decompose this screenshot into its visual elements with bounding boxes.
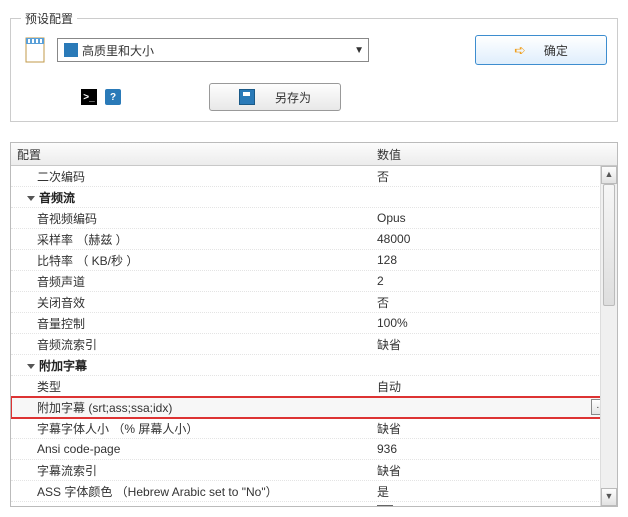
scroll-up-icon[interactable]: ▲ bbox=[601, 166, 617, 184]
property-name: Ansi code-page bbox=[11, 442, 371, 456]
property-value[interactable]: 是 bbox=[371, 483, 617, 500]
property-row[interactable]: 音量控制100% bbox=[11, 313, 617, 334]
header-config[interactable]: 配置 bbox=[11, 146, 371, 163]
property-name: 附加字幕 (srt;ass;ssa;idx) bbox=[11, 399, 371, 416]
preset-fieldset: 预设配置 高质里和大小 ▼ ➪ 确定 >_ ? 另存为 bbox=[10, 10, 618, 122]
property-name: 音频流 bbox=[11, 189, 371, 206]
property-value[interactable]: 100% bbox=[371, 316, 617, 330]
scroll-thumb[interactable] bbox=[603, 184, 615, 306]
ok-button[interactable]: ➪ 确定 bbox=[475, 35, 607, 65]
file-video-icon bbox=[21, 35, 49, 65]
preset-legend: 预设配置 bbox=[21, 10, 77, 27]
chevron-down-icon: ▼ bbox=[354, 45, 364, 56]
property-row[interactable]: 比特率 （ KB/秒 ）128 bbox=[11, 250, 617, 271]
property-name: 音量控制 bbox=[11, 315, 371, 332]
property-value[interactable]: 缺省 bbox=[371, 336, 617, 353]
property-value[interactable]: 自动 bbox=[371, 378, 617, 395]
help-icon[interactable]: ? bbox=[105, 89, 121, 105]
property-name: 字体颜色 bbox=[11, 504, 371, 507]
color-swatch bbox=[377, 505, 393, 506]
group-row[interactable]: 附加字幕 bbox=[11, 355, 617, 376]
property-name: 关闭音效 bbox=[11, 294, 371, 311]
property-name: 音视频编码 bbox=[11, 210, 371, 227]
header-value[interactable]: 数值 bbox=[371, 146, 617, 163]
property-row[interactable]: 采样率 （赫兹 ）48000 bbox=[11, 229, 617, 250]
save-as-label: 另存为 bbox=[275, 89, 311, 106]
property-value[interactable]: 缺省 bbox=[371, 462, 617, 479]
preset-option-icon bbox=[64, 43, 78, 57]
property-value[interactable]: 0000FF bbox=[371, 505, 617, 506]
property-value[interactable]: 48000 bbox=[371, 232, 617, 246]
preset-select-value: 高质里和大小 bbox=[82, 42, 354, 59]
chevron-down-icon[interactable] bbox=[27, 364, 35, 369]
property-row[interactable]: 字体颜色0000FF bbox=[11, 502, 617, 506]
property-row[interactable]: 字幕字体人小 （% 屏幕人小）缺省 bbox=[11, 418, 617, 439]
property-name: 字幕流索引 bbox=[11, 462, 371, 479]
save-icon bbox=[239, 89, 255, 105]
property-row[interactable]: 附加字幕 (srt;ass;ssa;idx)… bbox=[11, 397, 617, 418]
property-row[interactable]: 关闭音效否 bbox=[11, 292, 617, 313]
ok-button-label: 确定 bbox=[544, 42, 568, 59]
property-name: 音频声道 bbox=[11, 273, 371, 290]
console-icon[interactable]: >_ bbox=[81, 89, 97, 105]
property-row[interactable]: Ansi code-page936 bbox=[11, 439, 617, 460]
property-value[interactable]: 否 bbox=[371, 294, 617, 311]
property-name: ASS 字体颜色 （Hebrew Arabic set to "No"） bbox=[11, 483, 371, 500]
preset-select[interactable]: 高质里和大小 ▼ bbox=[57, 38, 369, 62]
property-name: 类型 bbox=[11, 378, 371, 395]
property-name: 二次编码 bbox=[11, 168, 371, 185]
config-grid: 配置 数值 二次编码否音频流音视频编码Opus采样率 （赫兹 ）48000比特率… bbox=[10, 142, 618, 507]
property-value[interactable]: 否 bbox=[371, 168, 617, 185]
property-name: 附加字幕 bbox=[11, 357, 371, 374]
property-row[interactable]: 音频声道2 bbox=[11, 271, 617, 292]
property-row[interactable]: 字幕流索引缺省 bbox=[11, 460, 617, 481]
property-value[interactable]: 2 bbox=[371, 274, 617, 288]
property-name: 采样率 （赫兹 ） bbox=[11, 231, 371, 248]
save-as-button[interactable]: 另存为 bbox=[209, 83, 341, 111]
property-row[interactable]: 音视频编码Opus bbox=[11, 208, 617, 229]
property-value[interactable]: 936 bbox=[371, 442, 617, 456]
scroll-down-icon[interactable]: ▼ bbox=[601, 488, 617, 506]
scrollbar[interactable]: ▲ ▼ bbox=[600, 166, 617, 506]
property-name: 字幕字体人小 （% 屏幕人小） bbox=[11, 420, 371, 437]
grid-header: 配置 数值 bbox=[11, 143, 617, 166]
chevron-down-icon[interactable] bbox=[27, 196, 35, 201]
property-value[interactable]: 128 bbox=[371, 253, 617, 267]
grid-body: 二次编码否音频流音视频编码Opus采样率 （赫兹 ）48000比特率 （ KB/… bbox=[11, 166, 617, 506]
group-row[interactable]: 音频流 bbox=[11, 187, 617, 208]
property-row[interactable]: ASS 字体颜色 （Hebrew Arabic set to "No"）是 bbox=[11, 481, 617, 502]
property-value[interactable]: Opus bbox=[371, 211, 617, 225]
property-row[interactable]: 类型自动 bbox=[11, 376, 617, 397]
property-value[interactable]: 缺省 bbox=[371, 420, 617, 437]
property-value[interactable]: … bbox=[371, 399, 617, 415]
arrow-right-icon: ➪ bbox=[514, 42, 526, 59]
property-name: 比特率 （ KB/秒 ） bbox=[11, 252, 371, 269]
property-name: 音频流索引 bbox=[11, 336, 371, 353]
property-row[interactable]: 二次编码否 bbox=[11, 166, 617, 187]
property-row[interactable]: 音频流索引缺省 bbox=[11, 334, 617, 355]
